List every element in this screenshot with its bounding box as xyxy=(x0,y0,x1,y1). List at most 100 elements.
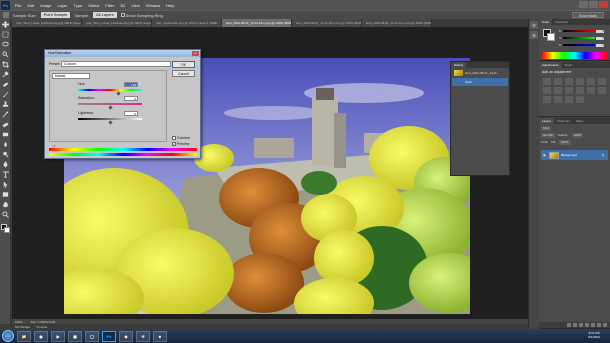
vibrance-icon[interactable] xyxy=(587,78,595,85)
ok-button[interactable]: OK xyxy=(172,61,195,68)
channel-mixer-icon[interactable] xyxy=(576,87,584,94)
tab-document-5[interactable]: shot_2012-08-01_14-11-45-1.png @ 100% (R… xyxy=(292,19,362,27)
layer-row-background[interactable]: ◉ Background 🔒 xyxy=(541,150,608,160)
layer-name[interactable]: Background xyxy=(561,153,577,157)
menu-view[interactable]: View xyxy=(128,3,143,8)
new-layer-icon[interactable] xyxy=(597,323,601,327)
marquee-tool-icon[interactable] xyxy=(1,30,10,39)
cancel-button[interactable]: Cancel xyxy=(172,70,195,77)
menu-3d[interactable]: 3D xyxy=(117,3,128,8)
tab-color[interactable]: Color xyxy=(539,19,553,25)
start-button[interactable] xyxy=(2,330,14,342)
tab-adjustments[interactable]: Adjustments xyxy=(539,62,562,68)
close-button[interactable] xyxy=(599,1,608,8)
taskbar-explorer-icon[interactable]: 📁 xyxy=(17,330,31,342)
menu-file[interactable]: File xyxy=(12,3,24,8)
green-slider[interactable]: G 0 xyxy=(559,36,607,40)
hue-slider[interactable] xyxy=(78,89,142,91)
show-sampling-ring[interactable]: Show Sampling Ring xyxy=(120,12,163,18)
exposure-icon[interactable] xyxy=(576,78,584,85)
saturation-slider-thumb[interactable] xyxy=(108,105,113,110)
blur-tool-icon[interactable] xyxy=(1,140,10,149)
quick-select-tool-icon[interactable] xyxy=(1,50,10,59)
curves-icon[interactable] xyxy=(565,78,573,85)
dodge-tool-icon[interactable] xyxy=(1,150,10,159)
new-adjustment-icon[interactable] xyxy=(585,323,589,327)
hue-saturation-icon[interactable] xyxy=(598,78,606,85)
new-group-icon[interactable] xyxy=(591,323,595,327)
lightness-value-field[interactable]: 0 xyxy=(124,111,138,116)
add-mask-icon[interactable] xyxy=(579,323,583,327)
taskbar-app-icon[interactable]: ■ xyxy=(153,330,167,342)
color-balance-icon[interactable] xyxy=(543,87,551,94)
menu-layer[interactable]: Layer xyxy=(54,3,70,8)
tab-document-4[interactable]: shot_2012-08-01_14-11-44-1.png @ 100% (R… xyxy=(222,19,292,27)
dialog-close-button[interactable]: x xyxy=(192,51,199,56)
move-tool-icon[interactable] xyxy=(1,20,10,29)
sample-select[interactable]: All Layers xyxy=(93,12,117,18)
eyedropper-icon[interactable] xyxy=(3,12,9,18)
healing-brush-tool-icon[interactable] xyxy=(1,80,10,89)
brush-tool-icon[interactable] xyxy=(1,90,10,99)
pen-tool-icon[interactable] xyxy=(1,160,10,169)
selective-color-icon[interactable] xyxy=(576,96,584,103)
green-ramp[interactable] xyxy=(563,37,595,39)
blue-slider[interactable]: B 0 xyxy=(559,43,607,47)
green-value[interactable]: 0 xyxy=(596,36,604,40)
saturation-value-field[interactable]: 0 xyxy=(124,96,138,101)
taskbar-app-icon[interactable]: ☀ xyxy=(136,330,150,342)
dialog-titlebar[interactable]: Hue/Saturation x xyxy=(45,50,200,57)
document-size[interactable]: Doc: 2.64M/2.64M xyxy=(31,320,56,324)
photo-filter-icon[interactable] xyxy=(565,87,573,94)
tab-document-1[interactable]: rpsc_Wort_Lunas_Ferdinand.jpg @ 100% (La… xyxy=(12,19,82,27)
trash-icon[interactable] xyxy=(603,323,607,327)
history-snapshot[interactable]: shot_2012-08-01_14-11... xyxy=(452,69,508,77)
eraser-tool-icon[interactable] xyxy=(1,120,10,129)
eyedropper-tool-icon[interactable] xyxy=(1,70,10,79)
clone-stamp-tool-icon[interactable] xyxy=(1,100,10,109)
gradient-map-icon[interactable] xyxy=(565,96,573,103)
layer-kind-filter[interactable]: Kind xyxy=(541,125,552,131)
tab-styles[interactable]: Styles xyxy=(562,62,576,68)
red-ramp[interactable] xyxy=(563,30,595,32)
type-tool-icon[interactable] xyxy=(1,170,10,179)
preview-checkbox[interactable]: ✓ xyxy=(172,142,176,146)
colorize-checkbox[interactable] xyxy=(172,136,176,140)
taskbar-photoshop-icon[interactable]: Ps xyxy=(102,330,116,342)
hue-slider-thumb[interactable] xyxy=(116,91,121,96)
taskbar-clock[interactable]: 8:21 PM 8/1/2012 xyxy=(588,331,600,339)
zoom-level[interactable]: 100% xyxy=(15,320,23,324)
link-layers-icon[interactable] xyxy=(567,323,571,327)
menu-image[interactable]: Image xyxy=(37,3,54,8)
tab-paths[interactable]: Paths xyxy=(573,118,587,124)
history-panel-icon[interactable]: ☰ xyxy=(530,21,538,29)
threshold-icon[interactable] xyxy=(554,96,562,103)
invert-icon[interactable] xyxy=(598,87,606,94)
crop-tool-icon[interactable] xyxy=(1,60,10,69)
history-brush-tool-icon[interactable] xyxy=(1,110,10,119)
red-slider[interactable]: R 0 xyxy=(559,29,607,33)
gradient-tool-icon[interactable] xyxy=(1,130,10,139)
background-color-swatch[interactable] xyxy=(4,227,10,233)
blend-mode-select[interactable]: Normal xyxy=(541,132,555,138)
blue-value[interactable]: 0 xyxy=(596,43,604,47)
opacity-field[interactable]: 100% xyxy=(571,132,584,138)
layer-style-icon[interactable] xyxy=(573,323,577,327)
blue-ramp[interactable] xyxy=(563,44,595,46)
black-white-icon[interactable] xyxy=(554,87,562,94)
tab-timeline[interactable]: Timeline xyxy=(36,325,47,329)
preview-option[interactable]: ✓ Preview xyxy=(172,142,189,146)
colorize-option[interactable]: Colorize xyxy=(172,136,190,140)
tab-document-2[interactable]: rpsc_Wort_Lunas_Ferdinand.jpg @ 100% (La… xyxy=(82,19,152,27)
red-value[interactable]: 0 xyxy=(596,29,604,33)
tab-document-3[interactable]: rpsc_screenshot.png @ 100% (Layer 0, RGB… xyxy=(152,19,222,27)
menu-help[interactable]: Help xyxy=(163,3,177,8)
preset-select[interactable]: Custom xyxy=(61,61,171,67)
color-lookup-icon[interactable] xyxy=(587,87,595,94)
taskbar-app-icon[interactable]: ◆ xyxy=(119,330,133,342)
history-item-open[interactable]: Open xyxy=(452,78,508,86)
maximize-button[interactable] xyxy=(589,1,598,8)
brightness-contrast-icon[interactable] xyxy=(543,78,551,85)
tab-channels[interactable]: Channels xyxy=(554,118,573,124)
menu-window[interactable]: Window xyxy=(143,3,163,8)
